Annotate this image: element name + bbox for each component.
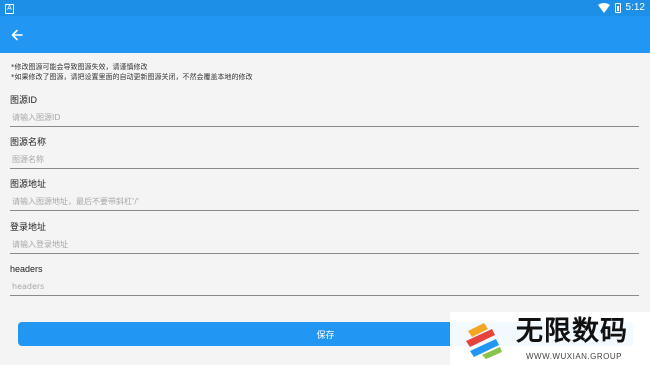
source-name-input[interactable]	[10, 151, 639, 169]
source-name-label: 图源名称	[10, 137, 47, 147]
watermark: 无限数码 WWW.WUXIAN.GROUP	[450, 312, 650, 365]
status-time: 5:12	[625, 2, 645, 13]
battery-icon	[614, 2, 621, 13]
wifi-icon	[597, 2, 610, 13]
source-name-field: 图源名称	[10, 136, 639, 169]
arrow-left-icon	[11, 29, 23, 41]
headers-label: headers	[10, 264, 43, 274]
source-url-input[interactable]	[10, 193, 639, 211]
back-button[interactable]	[7, 25, 27, 45]
warning-notes: *修改图源可能会导致图源失效，请谨慎修改 *如果修改了图源，请把设置里面的自动更…	[11, 62, 253, 82]
warning-note-2: *如果修改了图源，请把设置里面的自动更新图源关闭，不然会覆盖本地的修改	[11, 73, 253, 81]
source-url-label: 图源地址	[10, 179, 47, 189]
watermark-url: WWW.WUXIAN.GROUP	[526, 352, 622, 361]
source-id-input[interactable]	[10, 109, 639, 127]
status-bar-left: A	[5, 2, 14, 14]
login-url-input[interactable]	[10, 236, 639, 254]
source-url-field: 图源地址	[10, 178, 639, 211]
status-bar-right: 5:12	[597, 2, 645, 13]
source-id-label: 图源ID	[10, 95, 38, 105]
app-toolbar	[0, 16, 650, 53]
status-bar: A 5:12	[0, 0, 650, 16]
warning-note-1: *修改图源可能会导致图源失效，请谨慎修改	[11, 63, 148, 71]
login-url-field: 登录地址	[10, 221, 639, 254]
login-url-label: 登录地址	[10, 222, 47, 232]
source-id-field: 图源ID	[10, 94, 639, 127]
watermark-title: 无限数码	[516, 316, 628, 347]
app-notification-icon: A	[5, 4, 14, 14]
headers-field: headers	[10, 263, 639, 296]
headers-input[interactable]	[10, 278, 639, 296]
watermark-logo	[466, 323, 502, 359]
